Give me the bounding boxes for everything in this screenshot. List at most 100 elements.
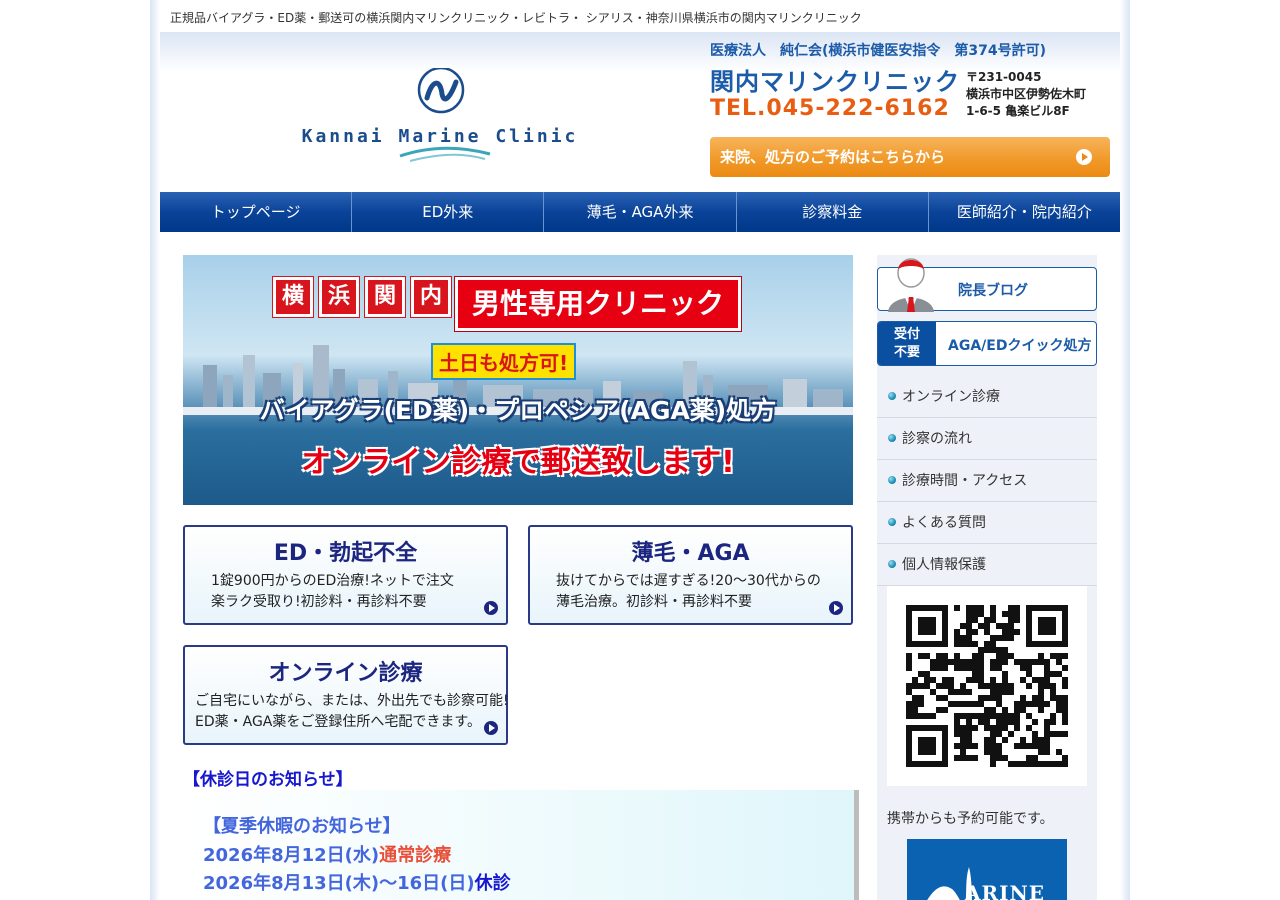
qr-module [966,665,972,671]
qr-module [960,701,966,707]
phone-number[interactable]: TEL.045-222-6162 [710,96,950,121]
qr-module [954,665,960,671]
qr-module [906,653,912,659]
qr-module [1026,659,1032,665]
qr-finder [918,737,936,755]
qr-module [1002,755,1008,761]
qr-module [1026,755,1032,761]
reserve-button[interactable]: 来院、処方のご予約はこちらから [710,137,1110,177]
qr-module [906,707,912,713]
notice-box: 【夏季休暇のお知らせ】 2026年8月12日(水)通常診療 2026年8月13日… [183,790,859,900]
qr-module [960,635,966,641]
qr-module [996,689,1002,695]
sidebar-item-faq[interactable]: よくある質問 [877,502,1097,544]
qr-module [1008,635,1014,641]
qr-module [966,731,972,737]
qr-module [942,707,948,713]
qr-module [948,683,954,689]
card-aga[interactable]: 薄毛・AGA 抜けてからでは遅すぎる!20～30代からの 薄毛治療。初診料・再診… [528,525,853,625]
qr-module [1032,719,1038,725]
qr-module [954,689,960,695]
qr-module [990,749,996,755]
qr-module [996,683,1002,689]
qr-module [996,695,1002,701]
hero-location-tags: 横 浜 関 内 [273,277,451,317]
qr-module [972,617,978,623]
qr-module [966,743,972,749]
card-online[interactable]: オンライン診療 ご自宅にいながら、または、外出先でも診察可能! ED薬・AGA薬… [183,645,509,745]
qr-module [1014,719,1020,725]
qr-module [912,713,918,719]
qr-module [1056,695,1062,701]
clinic-logo[interactable]: Kannai Marine Clinic [290,68,590,168]
qr-module [990,677,996,683]
qr-module [1032,731,1038,737]
marine-logo-text: ARINE [965,881,1046,900]
qr-module [954,719,960,725]
qr-module [1062,719,1068,725]
qr-module [996,713,1002,719]
qr-module [972,659,978,665]
qr-module [1026,701,1032,707]
qr-module [960,743,966,749]
qr-module [984,683,990,689]
clinic-address: 〒231-0045 横浜市中区伊勢佐木町 1-6-5 亀楽ビル8F [966,69,1086,120]
qr-module [960,725,966,731]
nav-item-fees[interactable]: 診察料金 [736,192,929,232]
qr-module [966,623,972,629]
qr-module [990,725,996,731]
card-title: オンライン診療 [268,661,423,686]
qr-module [906,713,912,719]
qr-module [966,611,972,617]
blog-button[interactable]: 院長ブログ [877,258,1097,312]
qr-module [1002,713,1008,719]
qr-module [1002,635,1008,641]
qr-module [1032,695,1038,701]
qr-module [1050,671,1056,677]
notice-line: 2026年8月13日(木)～16日(日)休診 [203,869,511,895]
hero-tagline: オンライン診療で郵送致します! [301,445,735,480]
qr-module [966,659,972,665]
qr-module [960,623,966,629]
qr-module [1002,647,1008,653]
qr-code [887,586,1087,786]
qr-module [1044,743,1050,749]
notice-summer-title: 【夏季休暇のお知らせ】 [203,816,401,837]
qr-module [1020,659,1026,665]
qr-module [1002,683,1008,689]
qr-module [978,665,984,671]
qr-module [966,677,972,683]
sidebar-item-online[interactable]: オンライン診療 [877,376,1097,418]
qr-module [984,743,990,749]
qr-module [930,689,936,695]
nav-item-ed[interactable]: ED外来 [352,192,545,232]
qr-module [1002,725,1008,731]
qr-module [1014,605,1020,611]
qr-module [984,629,990,635]
qr-module [1014,617,1020,623]
sidebar-item-flow[interactable]: 診察の流れ [877,418,1097,460]
qr-module [942,677,948,683]
marine-banner[interactable]: ARINE [907,839,1067,900]
qr-module [972,641,978,647]
qr-module [1008,761,1014,767]
qr-module [948,659,954,665]
card-ed[interactable]: ED・勃起不全 1錠900円からのED治療!ネットで注文 楽ラク受取り!初診料・… [183,525,508,625]
sidebar-item-privacy[interactable]: 個人情報保護 [877,544,1097,586]
qr-module [1038,743,1044,749]
qr-module [948,701,954,707]
nav-item-doctor[interactable]: 医師紹介・院内紹介 [928,192,1120,232]
qr-module [1020,707,1026,713]
quick-prescription-button[interactable]: 受付 不要 AGA/EDクイック処方 [877,321,1097,366]
notice-status: 通常診療 [379,845,452,866]
nav-item-top[interactable]: トップページ [160,192,353,232]
qr-module [1026,665,1032,671]
sidebar-item-access[interactable]: 診療時間・アクセス [877,460,1097,502]
qr-module [1038,677,1044,683]
qr-module [1038,653,1044,659]
qr-module [1050,731,1056,737]
nav-item-aga[interactable]: 薄毛・AGA外来 [544,192,737,232]
qr-module [942,683,948,689]
qr-module [972,671,978,677]
qr-module [1002,629,1008,635]
